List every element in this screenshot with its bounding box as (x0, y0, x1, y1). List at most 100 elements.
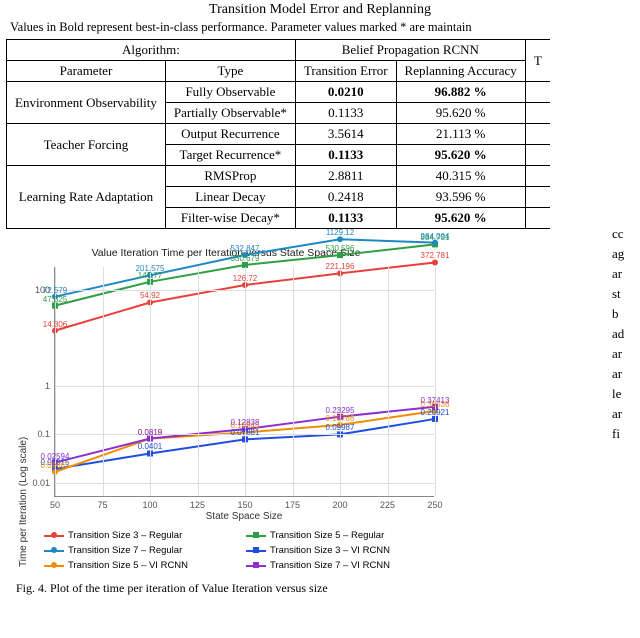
table-row: Parameter Type Transition Error Replanni… (7, 61, 550, 82)
te-cell: 3.5614 (295, 124, 396, 145)
type-cell: RMSProp (165, 166, 295, 187)
chart-xtick: 200 (332, 500, 347, 510)
legend-item: Transition Size 3 – Regular (44, 530, 234, 541)
chart-data-label: 0.0401 (138, 442, 162, 451)
col-parameter: Parameter (7, 61, 166, 82)
chart-ytick: 1 (45, 381, 50, 391)
chart-ytick: 0.1 (37, 429, 50, 439)
chart-data-label: 1129.12 (326, 228, 354, 237)
col-t-stub: T (525, 40, 549, 82)
type-cell: Target Recurrence* (165, 145, 295, 166)
chart-legend: Transition Size 3 – Regular Transition Si… (44, 530, 464, 571)
text-fragment: ar (612, 404, 640, 424)
ra-cell: 40.315 % (396, 166, 525, 187)
legend-item: Transition Size 7 – VI RCNN (246, 560, 436, 571)
te-cell: 0.1133 (295, 208, 396, 229)
chart-xtick: 250 (427, 500, 442, 510)
text-fragment: b (612, 304, 640, 324)
legend-label: Transition Size 7 – Regular (68, 545, 182, 556)
chart-xtick: 50 (50, 500, 60, 510)
table-row: Algorithm: Belief Propagation RCNN T (7, 40, 550, 61)
text-fragment: le (612, 384, 640, 404)
algorithm-name: Belief Propagation RCNN (295, 40, 525, 61)
legend-item: Transition Size 5 – VI RCNN (44, 560, 234, 571)
chart-data-label: 221.196 (326, 262, 355, 271)
text-fragment: ar (612, 364, 640, 384)
chart-data-label: 0.02594 (41, 452, 70, 461)
legend-item: Transition Size 3 – VI RCNN (246, 545, 436, 556)
param-cell: Teacher Forcing (7, 124, 166, 166)
table-title: Transition Model Error and Replanning (0, 0, 640, 18)
text-fragment: ar (612, 264, 640, 284)
te-cell: 0.0210 (295, 82, 396, 103)
chart-data-label: 530.596 (326, 244, 355, 253)
legend-item: Transition Size 7 – Regular (44, 545, 234, 556)
type-cell: Partially Observable* (165, 103, 295, 124)
ra-cell: 96.882 % (396, 82, 525, 103)
chart-data-label: 0.0819 (138, 428, 162, 437)
chart-xtick: 150 (237, 500, 252, 510)
te-cell: 0.1133 (295, 103, 396, 124)
param-cell: Learning Rate Adaptation (7, 166, 166, 229)
ra-cell: 93.596 % (396, 187, 525, 208)
ra-cell: 95.620 % (396, 103, 525, 124)
type-cell: Output Recurrence (165, 124, 295, 145)
text-fragment: ar (612, 344, 640, 364)
chart-data-label: 54.92 (140, 291, 160, 300)
type-cell: Linear Decay (165, 187, 295, 208)
col-transition-error: Transition Error (295, 61, 396, 82)
ra-cell: 95.620 % (396, 208, 525, 229)
chart-data-label: 0.09987 (326, 423, 355, 432)
te-cell: 0.1133 (295, 145, 396, 166)
table-row: Teacher Forcing Output Recurrence 3.5614… (7, 124, 550, 145)
chart-data-label: 14.306 (43, 320, 67, 329)
chart-ytick: 0.01 (32, 478, 50, 488)
text-fragment: ad (612, 324, 640, 344)
chart-data-label: 126.72 (233, 274, 257, 283)
chart-ylabel: Time per Iteration (Log scale) (18, 437, 29, 567)
chart-title: Value Iteration Time per Iteration versu… (16, 247, 436, 259)
chart-data-label: 0.15786 (326, 414, 355, 423)
col-type: Type (165, 61, 295, 82)
chart-xtick: 225 (380, 500, 395, 510)
te-cell: 0.2418 (295, 187, 396, 208)
type-cell: Fully Observable (165, 82, 295, 103)
chart-xtick: 100 (142, 500, 157, 510)
table-row: Environment Observability Fully Observab… (7, 82, 550, 103)
algorithm-label: Algorithm: (7, 40, 296, 61)
col-replanning-accuracy: Replanning Accuracy (396, 61, 525, 82)
chart-xlabel: State Space Size (54, 511, 434, 522)
chart-data-label: 0.12838 (231, 418, 260, 427)
ra-cell: 95.620 % (396, 145, 525, 166)
chart-data-label: 47.325 (43, 295, 67, 304)
chart-xtick: 175 (285, 500, 300, 510)
chart-data-label: 201.575 (136, 264, 165, 273)
chart-data-label: 330.679 (231, 254, 260, 263)
legend-label: Transition Size 3 – VI RCNN (270, 545, 390, 556)
chart-data-label: 0.37413 (421, 396, 450, 405)
text-fragment: fi (612, 424, 640, 444)
text-fragment: st (612, 284, 640, 304)
legend-label: Transition Size 5 – VI RCNN (68, 560, 188, 571)
legend-item: Transition Size 5 – Regular (246, 530, 436, 541)
chart-data-label: 964.004 (421, 232, 450, 241)
adjacent-column-fragment: ccagarstbadararlearfi (612, 224, 640, 444)
results-table: Algorithm: Belief Propagation RCNN T Par… (6, 39, 550, 229)
chart-data-label: 72.579 (43, 286, 67, 295)
legend-label: Transition Size 3 – Regular (68, 530, 182, 541)
ra-cell: 21.113 % (396, 124, 525, 145)
chart-data-label: 532.847 (231, 244, 260, 253)
chart-xtick: 125 (190, 500, 205, 510)
type-cell: Filter-wise Decay* (165, 208, 295, 229)
chart-data-label: 372.781 (421, 251, 450, 260)
chart-data-label: 0.01662 (41, 461, 70, 470)
table-subtitle: Values in Bold represent best-in-class p… (0, 18, 640, 35)
figure-caption: Fig. 4. Plot of the time per iteration o… (0, 571, 640, 596)
legend-label: Transition Size 5 – Regular (270, 530, 384, 541)
text-fragment: cc (612, 224, 640, 244)
te-cell: 2.8811 (295, 166, 396, 187)
text-fragment: ag (612, 244, 640, 264)
legend-label: Transition Size 7 – VI RCNN (270, 560, 390, 571)
chart: Value Iteration Time per Iteration versu… (16, 247, 436, 571)
chart-data-label: 0.23295 (326, 406, 355, 415)
